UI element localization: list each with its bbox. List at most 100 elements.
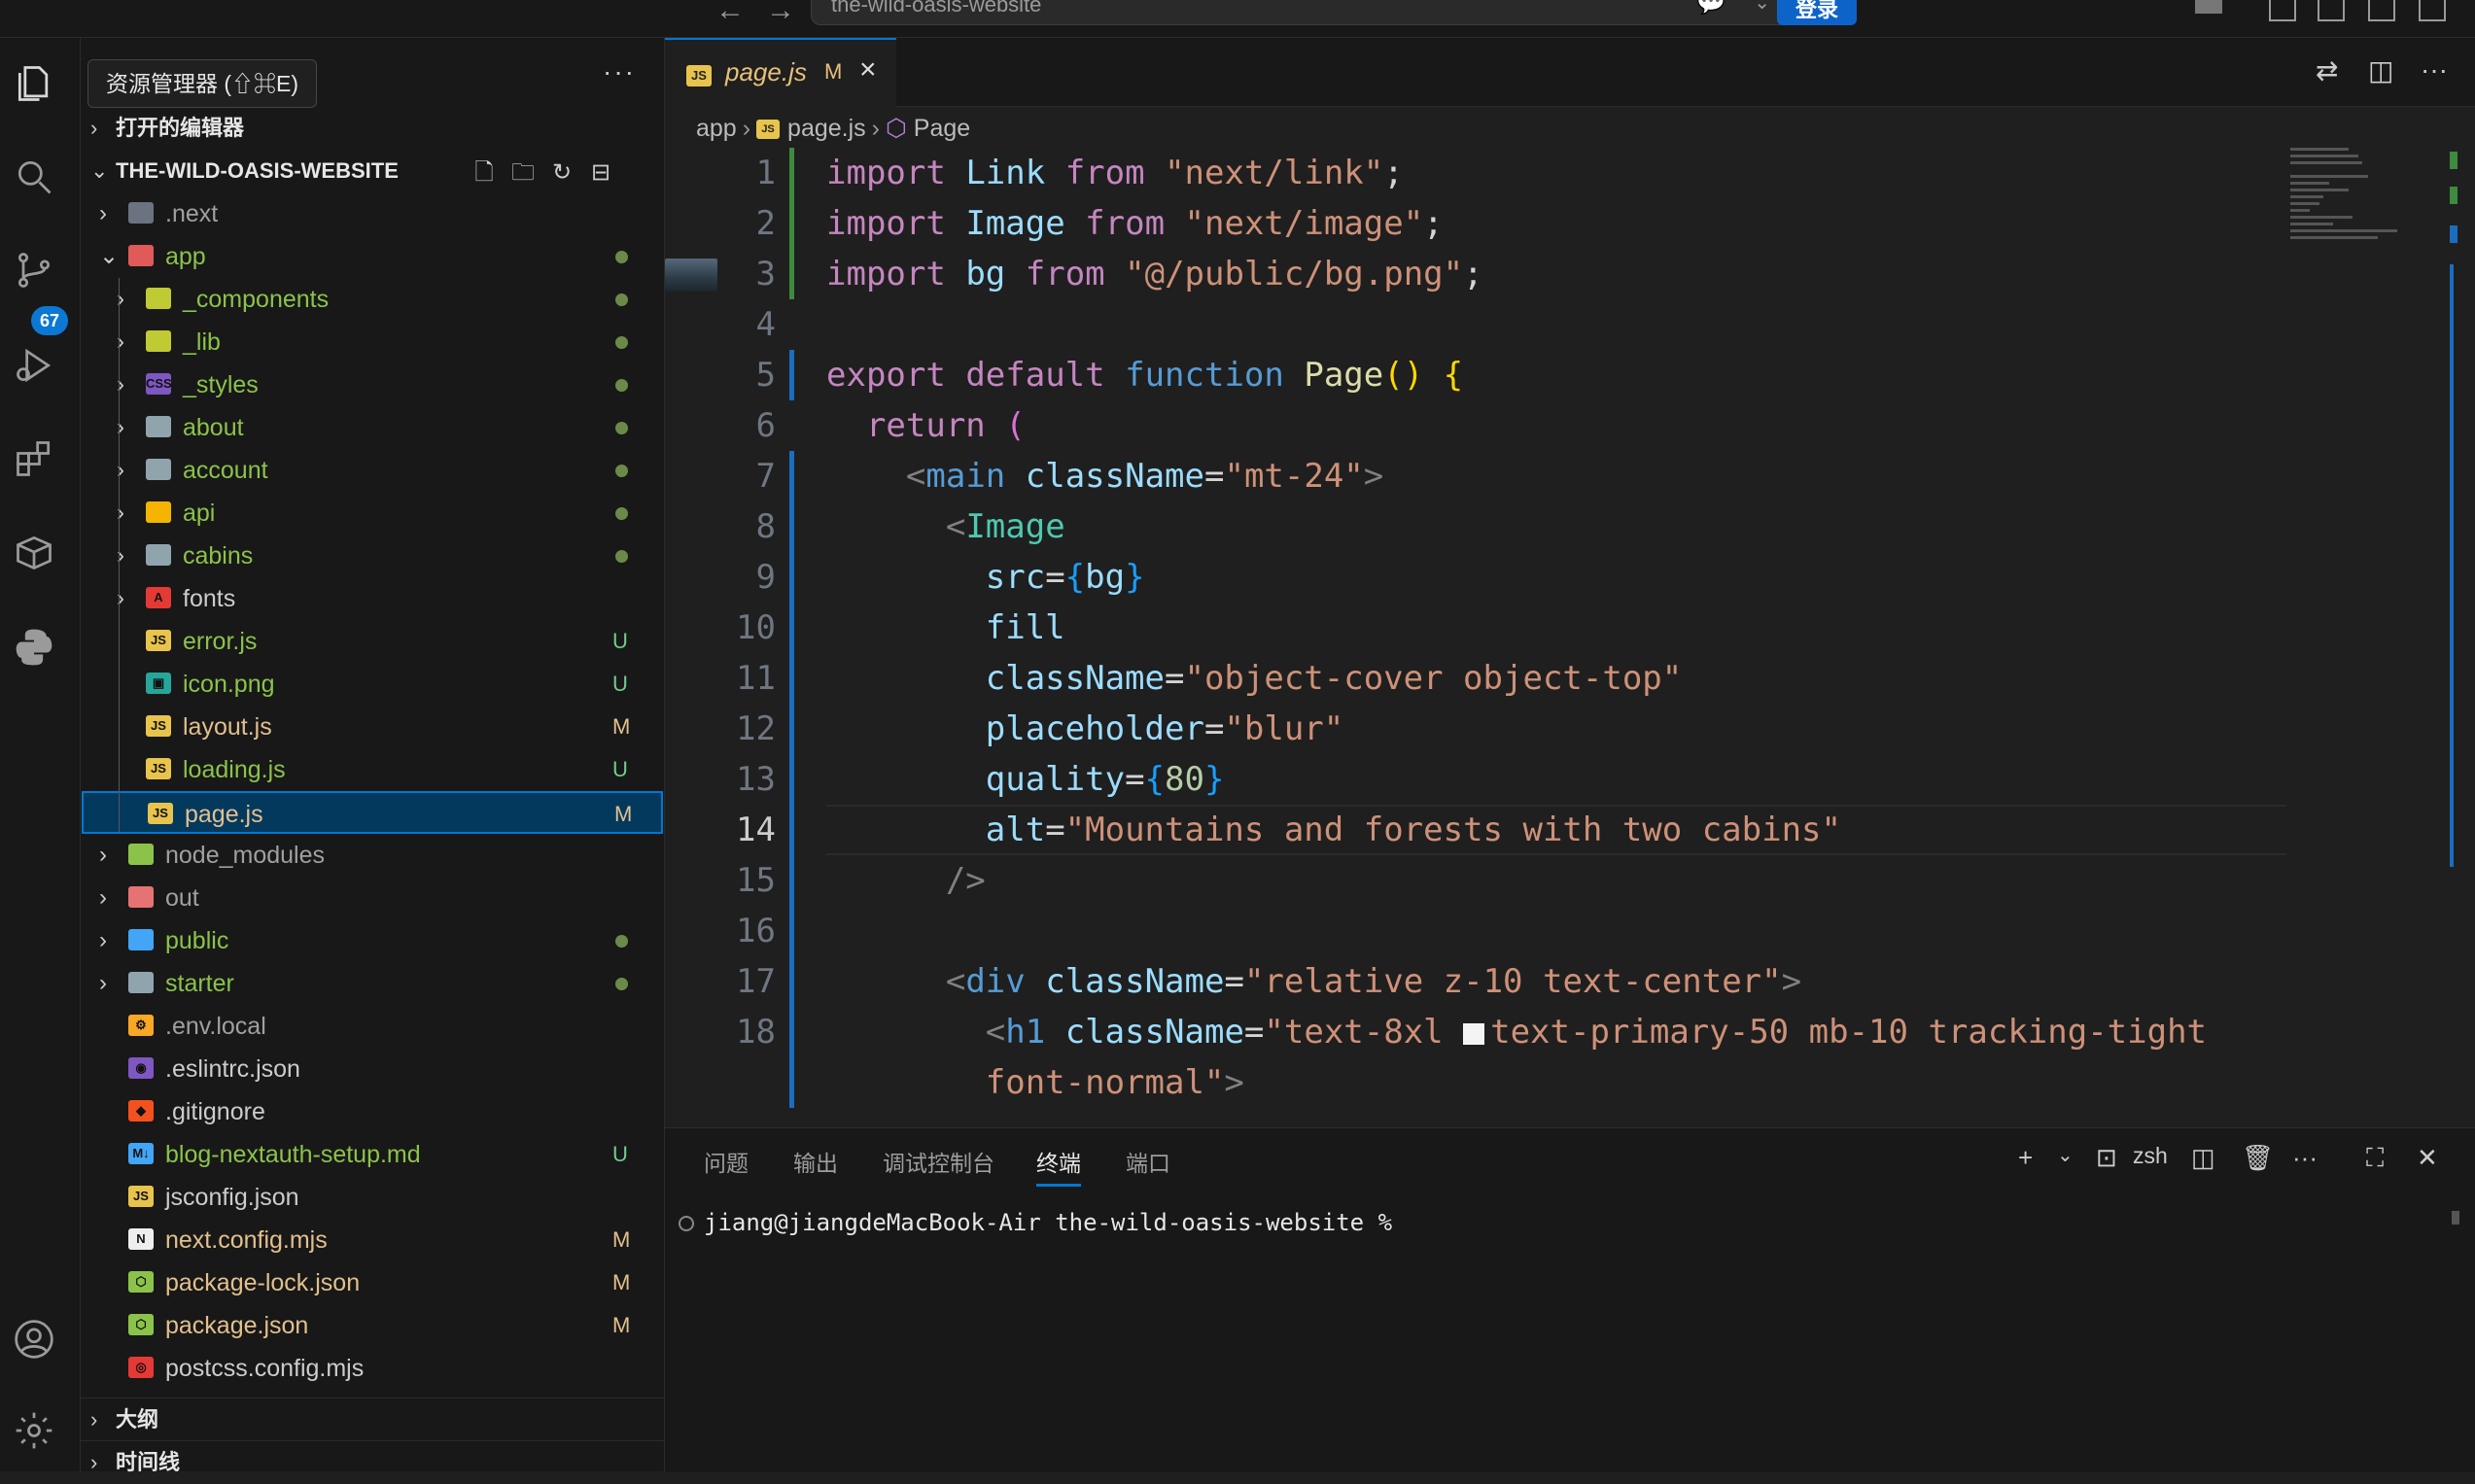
toggle-primary-sidebar-icon[interactable]	[2318, 0, 2345, 21]
open-changes-icon[interactable]: ⇄	[2316, 54, 2338, 86]
git-gutter-indicator[interactable]	[789, 1057, 794, 1108]
tree-folder[interactable]: › about	[82, 406, 663, 449]
minimap[interactable]	[2290, 148, 2436, 264]
outline-section[interactable]: › 大纲	[81, 1398, 664, 1441]
tab-problems[interactable]: 问题	[704, 1145, 749, 1178]
tree-folder[interactable]: › out	[82, 877, 663, 919]
close-panel-icon[interactable]: ✕	[2417, 1143, 2438, 1173]
git-gutter-indicator[interactable]	[789, 1007, 794, 1057]
copilot-chat-icon[interactable]: 💬	[1696, 0, 1726, 20]
tree-file[interactable]: ◆ .gitignore	[82, 1090, 663, 1133]
close-icon[interactable]: ×	[859, 53, 877, 86]
code-line[interactable]: 3 import bg from "@/public/bg.png";	[665, 249, 2475, 299]
tree-file[interactable]: JS page.js M	[82, 791, 663, 834]
terminal-scrollbar[interactable]	[2452, 1211, 2459, 1225]
git-gutter-indicator[interactable]	[789, 603, 794, 653]
breadcrumb-folder[interactable]: app	[696, 115, 737, 142]
collapse-all-icon[interactable]: ⊟	[581, 158, 620, 187]
remote-explorer-icon[interactable]	[12, 530, 56, 574]
customize-layout-icon[interactable]	[2269, 0, 2296, 21]
arrow-left-icon[interactable]: ←	[715, 0, 745, 27]
extensions-icon[interactable]	[12, 436, 56, 481]
git-gutter-indicator[interactable]	[789, 704, 794, 754]
code-line[interactable]: 18 <h1 className="text-8xl text-primary-…	[665, 1007, 2475, 1057]
refresh-icon[interactable]: ↻	[542, 158, 581, 187]
tree-file[interactable]: JS loading.js U	[82, 748, 663, 791]
tree-folder[interactable]: › api	[82, 492, 663, 535]
terminal-output[interactable]: jiang@jiangdeMacBook-Air the-wild-oasis-…	[679, 1209, 1392, 1236]
split-terminal-icon[interactable]: ◫	[2191, 1143, 2215, 1173]
python-icon[interactable]	[12, 625, 56, 670]
tree-folder[interactable]: › _components	[82, 278, 663, 321]
copilot-icon[interactable]	[2195, 0, 2222, 14]
git-gutter-indicator[interactable]	[789, 249, 794, 299]
terminal-shell-label[interactable]: zsh	[2133, 1143, 2168, 1169]
breadcrumb-symbol[interactable]: Page	[914, 115, 970, 142]
tree-file[interactable]: JS layout.js M	[82, 706, 663, 748]
tree-file[interactable]: ⚙ .env.local	[82, 1005, 663, 1048]
open-editors-section[interactable]: › 打开的编辑器	[81, 107, 664, 150]
git-gutter-indicator[interactable]	[789, 855, 794, 906]
search-icon[interactable]	[12, 155, 56, 199]
tab-debug-console[interactable]: 调试控制台	[883, 1145, 994, 1178]
code-line[interactable]: 13 quality={80}	[665, 754, 2475, 805]
tab-output[interactable]: 输出	[793, 1145, 838, 1178]
tree-folder[interactable]: ⌄ app	[82, 235, 663, 278]
tree-folder[interactable]: › .next	[82, 192, 663, 235]
code-line[interactable]: 11 className="object-cover object-top"	[665, 653, 2475, 704]
toggle-panel-icon[interactable]	[2368, 0, 2395, 21]
toggle-secondary-sidebar-icon[interactable]	[2419, 0, 2446, 21]
tree-folder[interactable]: › cabins	[82, 535, 663, 577]
run-debug-icon[interactable]	[12, 343, 56, 388]
account-icon[interactable]	[12, 1317, 56, 1362]
code-line[interactable]: 10 fill	[665, 603, 2475, 653]
tree-folder[interactable]: › public	[82, 919, 663, 962]
git-gutter-indicator[interactable]	[789, 754, 794, 805]
git-gutter-indicator[interactable]	[789, 451, 794, 501]
code-line[interactable]: 8 <Image	[665, 501, 2475, 552]
code-line[interactable]: 16	[665, 906, 2475, 956]
tree-file[interactable]: ◉ .eslintrc.json	[82, 1048, 663, 1090]
git-gutter-indicator[interactable]	[789, 501, 794, 552]
tab-ports[interactable]: 端口	[1126, 1145, 1170, 1178]
arrow-right-icon[interactable]: →	[766, 0, 795, 27]
new-file-icon[interactable]: 🗋	[465, 155, 504, 195]
git-gutter-indicator[interactable]	[789, 956, 794, 1007]
source-control-icon[interactable]	[12, 248, 56, 293]
tree-file[interactable]: JS error.js U	[82, 620, 663, 663]
code-editor[interactable]: 1 import Link from "next/link"; 2 import Im…	[665, 148, 2475, 1127]
code-line[interactable]: 4	[665, 299, 2475, 350]
new-folder-icon[interactable]: 🗀	[504, 155, 542, 195]
code-line[interactable]: 5 export default function Page() {	[665, 350, 2475, 400]
git-gutter-indicator[interactable]	[789, 805, 794, 855]
explorer-icon[interactable]	[12, 61, 56, 106]
tree-file[interactable]: ▣ icon.png U	[82, 663, 663, 706]
tree-folder[interactable]: › _lib	[82, 321, 663, 363]
trash-icon[interactable]: 🗑	[2242, 1143, 2274, 1173]
git-gutter-indicator[interactable]	[789, 552, 794, 603]
tree-file[interactable]: JS jsconfig.json	[82, 1176, 663, 1219]
code-line[interactable]: 17 <div className="relative z-10 text-ce…	[665, 956, 2475, 1007]
timeline-section[interactable]: › 时间线	[81, 1440, 664, 1484]
tree-file[interactable]: ◎ postcss.config.mjs	[82, 1347, 663, 1390]
tab-page-js[interactable]: JS page.js M ×	[665, 38, 896, 108]
git-gutter-indicator[interactable]	[789, 148, 794, 198]
code-line[interactable]: 15 />	[665, 855, 2475, 906]
editor-more-icon[interactable]: ···	[2421, 54, 2448, 86]
code-line[interactable]: 6 return (	[665, 400, 2475, 451]
chevron-down-icon[interactable]: ⌄	[2057, 1143, 2074, 1167]
code-line[interactable]: font-normal">	[665, 1057, 2475, 1108]
breadcrumb-file[interactable]: page.js	[787, 115, 866, 142]
tree-file[interactable]: ⬡ package.json M	[82, 1304, 663, 1347]
code-line[interactable]: 9 src={bg}	[665, 552, 2475, 603]
git-gutter-indicator[interactable]	[789, 350, 794, 400]
more-actions-icon[interactable]: ···	[603, 56, 636, 87]
tree-folder[interactable]: › Afonts	[82, 577, 663, 620]
tree-file[interactable]: ⬡ package-lock.json M	[82, 1261, 663, 1304]
tree-folder[interactable]: › CSS _styles	[82, 363, 663, 406]
git-gutter-indicator[interactable]	[789, 653, 794, 704]
login-button[interactable]: 登录	[1777, 0, 1857, 25]
code-line[interactable]: 12 placeholder="blur"	[665, 704, 2475, 754]
new-terminal-icon[interactable]: +	[2018, 1143, 2033, 1173]
split-editor-icon[interactable]: ◫	[2368, 54, 2393, 86]
